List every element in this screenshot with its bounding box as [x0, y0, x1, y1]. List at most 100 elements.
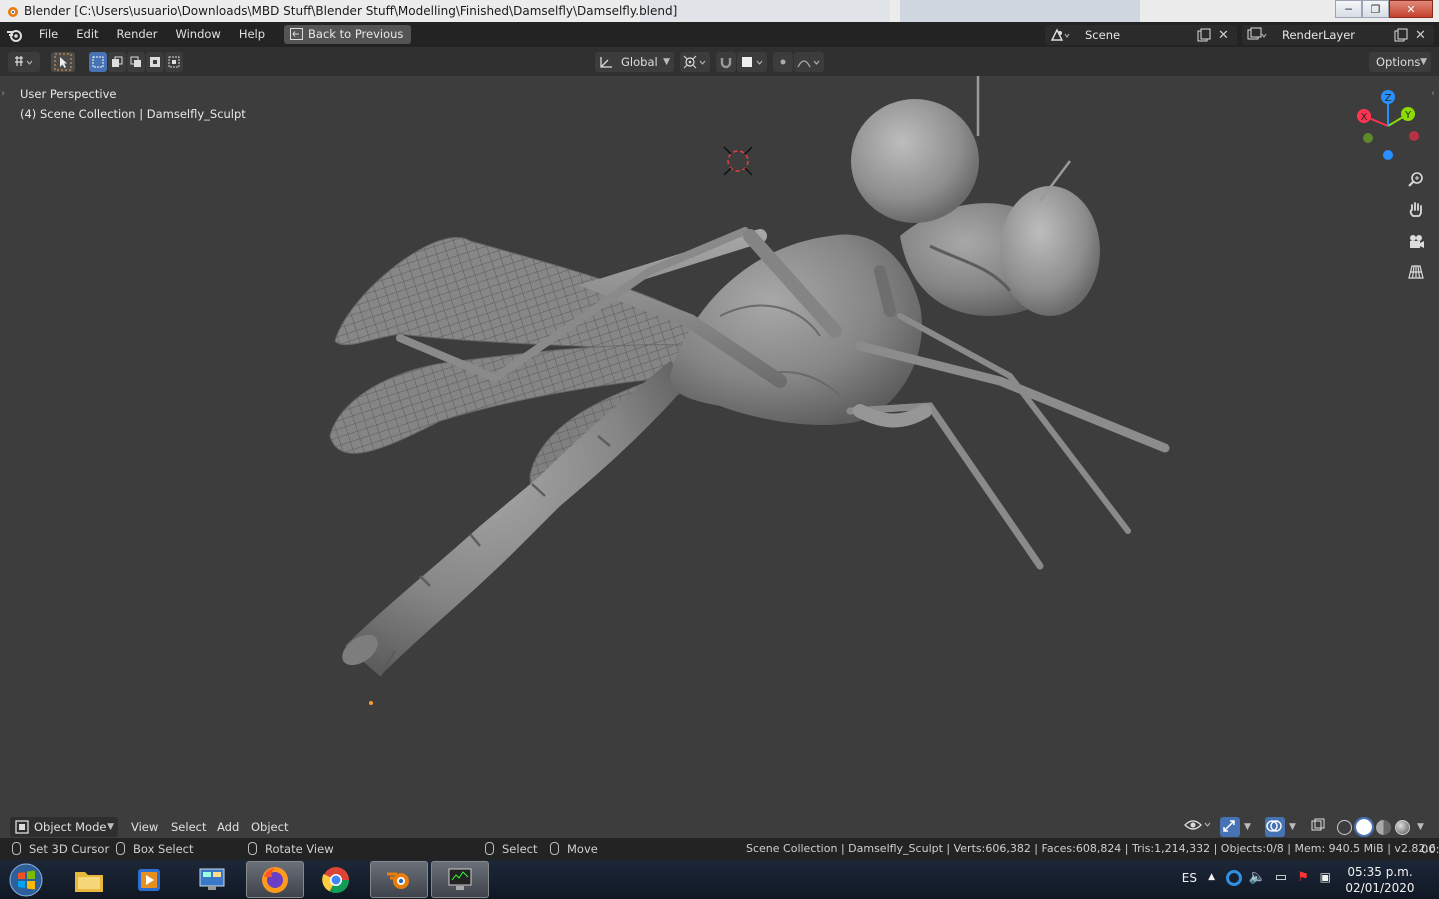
options-label: Options	[1376, 55, 1421, 69]
taskbar-firefox[interactable]	[246, 861, 304, 898]
shading-mode-group	[1334, 817, 1422, 837]
copy-renderlayer-icon[interactable]	[1394, 28, 1408, 42]
scene-selector[interactable]: Scene ✕	[1045, 25, 1237, 45]
chevron-down-icon[interactable]: ▼	[1289, 817, 1296, 837]
chevron-down-icon[interactable]: ▼	[1244, 817, 1251, 837]
menu-select[interactable]: Select	[171, 817, 206, 837]
zoom-view-button[interactable]	[1402, 166, 1430, 194]
options-dropdown[interactable]: Options ▼	[1369, 52, 1431, 72]
scene-statistics: Scene Collection | Damselfly_Sculpt | Ve…	[746, 842, 1436, 855]
menu-render[interactable]: Render	[108, 22, 167, 47]
gizmo-z-label: Z	[1385, 93, 1392, 104]
object-mode-icon	[15, 820, 29, 834]
select-difference-icon	[150, 57, 160, 67]
menu-help[interactable]: Help	[230, 22, 274, 47]
media-player-icon	[138, 868, 160, 891]
mouse-middle-icon	[116, 842, 125, 855]
delete-renderlayer-icon[interactable]: ✕	[1415, 28, 1426, 43]
taskbar-control-panel[interactable]	[183, 861, 241, 898]
menu-edit[interactable]: Edit	[67, 22, 107, 47]
copy-scene-icon[interactable]	[1197, 28, 1211, 42]
windows-taskbar: ES ▲ 🔈 ▭ ⚑ ▣ 05:35 p.m. 02/01/2020	[0, 860, 1439, 899]
viewport-footer-header: Object Mode ▼ View Select Add Object ▼ ▼…	[0, 814, 1439, 838]
status-hint-box-select: Box Select	[116, 841, 194, 857]
folder-icon	[75, 871, 103, 892]
renderlayer-selector[interactable]: RenderLayer ✕	[1242, 25, 1434, 45]
ccleaner-tray-icon[interactable]	[1226, 870, 1242, 886]
network-icon[interactable]: ▣	[1320, 870, 1331, 884]
select-mode-difference-button[interactable]	[146, 52, 164, 72]
3d-viewport[interactable]: › ‹ User Perspective (4) Scene Collectio…	[0, 76, 1439, 838]
back-to-previous-label: Back to Previous	[308, 27, 404, 41]
action-center-flag-icon[interactable]: ⚑	[1297, 870, 1309, 885]
menu-window[interactable]: Window	[166, 22, 229, 47]
status-hint-select: Select	[485, 841, 537, 857]
back-to-previous-button[interactable]: Back to Previous	[284, 25, 412, 44]
pivot-point-dropdown[interactable]	[680, 52, 710, 72]
select-tool-button[interactable]	[51, 52, 75, 72]
volume-icon[interactable]: 🔈	[1249, 869, 1266, 885]
menu-add[interactable]: Add	[217, 817, 239, 837]
control-panel-icon	[199, 868, 225, 890]
select-subtract-icon	[130, 56, 141, 67]
gizmo-x-label: X	[1361, 112, 1368, 123]
pan-view-button[interactable]	[1402, 196, 1430, 224]
select-mode-new-button[interactable]	[89, 52, 107, 72]
mouse-right-icon	[248, 842, 257, 855]
transform-orientation-value: Global	[621, 55, 658, 69]
editor-type-icon	[15, 56, 33, 66]
blender-menu-icon[interactable]	[0, 22, 30, 47]
select-mode-intersect-button[interactable]	[165, 52, 183, 72]
rendered-shading-icon[interactable]	[1395, 819, 1410, 835]
transform-orientation-dropdown[interactable]: Global ▼	[595, 52, 674, 72]
xray-toggle[interactable]	[1310, 817, 1330, 837]
status-time-fragment: 00:	[1421, 842, 1439, 856]
select-mode-subtract-button[interactable]	[127, 52, 145, 72]
delete-scene-icon[interactable]: ✕	[1218, 28, 1229, 43]
menu-object[interactable]: Object	[251, 817, 288, 837]
orientation-icon	[600, 57, 612, 68]
snap-toggle[interactable]	[716, 52, 736, 72]
wireframe-shading-icon[interactable]	[1337, 819, 1352, 835]
viewport-header: Global ▼ Options ▼	[0, 47, 1439, 76]
hint-label: Box Select	[133, 842, 194, 856]
3d-cursor[interactable]	[723, 146, 753, 176]
close-button[interactable]: ✕	[1389, 0, 1433, 18]
hint-label: Move	[567, 842, 598, 856]
select-mode-extend-button[interactable]	[108, 52, 126, 72]
taskbar-media-player[interactable]	[120, 861, 178, 898]
editor-type-button[interactable]	[8, 52, 40, 72]
clock[interactable]: 05:35 p.m. 02/01/2020	[1345, 864, 1415, 896]
overlays-toggle[interactable]	[1265, 817, 1285, 837]
material-shading-icon[interactable]	[1376, 819, 1391, 835]
visibility-dropdown[interactable]	[1183, 817, 1215, 837]
start-button[interactable]	[0, 861, 52, 898]
hint-label: Select	[502, 842, 538, 856]
gizmo-toggle[interactable]	[1220, 817, 1240, 837]
solid-shading-icon[interactable]	[1354, 817, 1374, 837]
power-icon[interactable]: ▭	[1275, 870, 1287, 885]
falloff-dropdown[interactable]	[794, 52, 824, 72]
menu-file[interactable]: File	[30, 22, 67, 47]
navigation-gizmo[interactable]: X Y Z	[1350, 86, 1426, 166]
show-hidden-icons-icon[interactable]: ▲	[1208, 872, 1215, 882]
damselfly-sculpt-model[interactable]	[0, 76, 1439, 838]
blender-icon	[387, 872, 409, 889]
taskbar-file-explorer[interactable]	[60, 861, 118, 898]
maximize-button[interactable]: ❐	[1362, 0, 1389, 18]
language-indicator[interactable]: ES	[1182, 871, 1197, 885]
object-mode-dropdown[interactable]: Object Mode ▼	[10, 817, 118, 837]
menu-view[interactable]: View	[131, 817, 158, 837]
window-controls: ─ ❐ ✕	[1335, 0, 1433, 18]
monitor-icon	[448, 868, 472, 890]
camera-view-button[interactable]	[1402, 228, 1430, 256]
minimize-button[interactable]: ─	[1335, 0, 1362, 18]
taskbar-system-monitor[interactable]	[431, 861, 489, 898]
taskbar-blender[interactable]	[370, 861, 428, 898]
proportional-editing-toggle[interactable]	[773, 52, 793, 72]
snap-target-dropdown[interactable]	[737, 52, 767, 72]
toggle-perspective-button[interactable]	[1402, 258, 1430, 286]
hint-label: Set 3D Cursor	[29, 842, 110, 856]
chevron-down-icon[interactable]: ▼	[1417, 817, 1424, 837]
taskbar-chrome[interactable]	[307, 861, 365, 898]
